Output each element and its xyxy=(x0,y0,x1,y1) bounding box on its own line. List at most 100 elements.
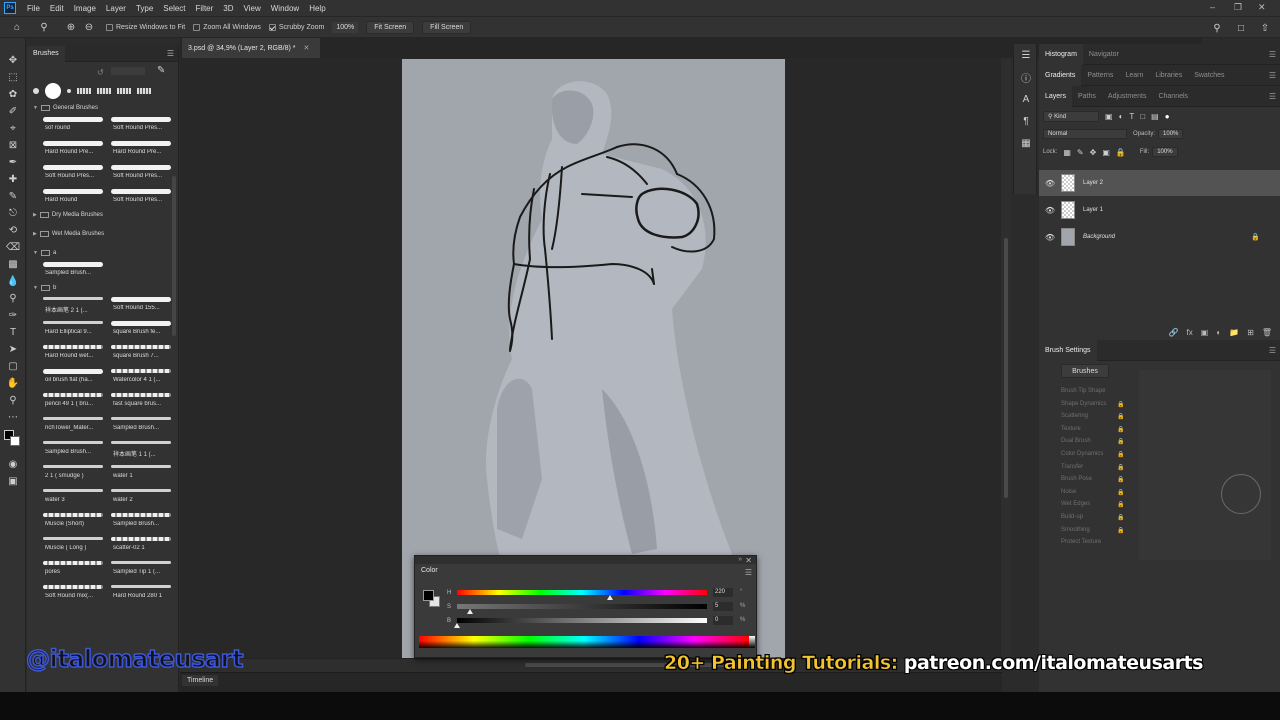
tab-learn[interactable]: Learn xyxy=(1119,65,1149,86)
size-slider[interactable] xyxy=(111,67,145,75)
blend-mode-select[interactable]: Normal xyxy=(1043,129,1127,139)
brush-option-item[interactable]: Texture xyxy=(1061,426,1081,432)
zoom-tool-icon[interactable]: ⚲ xyxy=(0,392,26,409)
brush-preset[interactable]: square Brush 7... xyxy=(109,341,173,365)
fit-screen-button[interactable]: Fit Screen xyxy=(366,20,415,34)
option-lock-icon[interactable]: 🔒 xyxy=(1117,489,1124,496)
quick-mask-icon[interactable]: ◉ xyxy=(0,456,26,473)
tab-patterns[interactable]: Patterns xyxy=(1081,65,1119,86)
tab-histogram[interactable]: Histogram xyxy=(1039,43,1083,65)
home-icon[interactable]: ⌂ xyxy=(6,19,28,36)
scrubby-zoom-option[interactable]: Scrubby Zoom xyxy=(268,23,324,31)
tab-channels[interactable]: Channels xyxy=(1152,86,1194,107)
saturation-slider[interactable] xyxy=(457,604,707,609)
brush-preset[interactable]: water 3 xyxy=(41,485,105,509)
option-lock-icon[interactable]: 🔒 xyxy=(1117,514,1124,521)
brush-preset[interactable]: Hard Round 280 1 xyxy=(109,581,173,605)
recent-brush-4[interactable] xyxy=(77,88,91,94)
menu-layer[interactable]: Layer xyxy=(101,4,131,13)
brush-preset[interactable]: Soft Round Pres... xyxy=(109,113,173,137)
minimize-icon[interactable]: – xyxy=(1210,2,1215,12)
gradient-tool-icon[interactable]: ▩ xyxy=(0,256,26,273)
tab-brush-settings[interactable]: Brush Settings xyxy=(1039,339,1097,361)
hand-tool-icon[interactable]: ✋ xyxy=(0,375,26,392)
menu-filter[interactable]: Filter xyxy=(191,4,219,13)
zoom-tool-icon[interactable]: ⚲ xyxy=(34,19,54,36)
lock-image-icon[interactable]: ✎ xyxy=(1077,148,1084,157)
brush-group-dry-media[interactable]: ▶ Dry Media Brushes xyxy=(27,209,178,220)
frame-tool-icon[interactable]: ⊠ xyxy=(0,137,26,154)
zoom-out-icon[interactable]: ⊖ xyxy=(80,19,98,36)
brush-preset[interactable]: water 2 xyxy=(109,485,173,509)
option-lock-icon[interactable]: 🔒 xyxy=(1117,426,1124,433)
history-brush-tool-icon[interactable]: ⟲ xyxy=(0,222,26,239)
layer-name[interactable]: Layer 1 xyxy=(1083,207,1103,213)
menu-type[interactable]: Type xyxy=(131,4,158,13)
brush-preset[interactable]: pencil 49 1 ( bru... xyxy=(41,389,105,413)
layer-name[interactable]: Layer 2 xyxy=(1083,180,1103,186)
recent-brush-5[interactable] xyxy=(97,88,111,94)
tab-layers[interactable]: Layers xyxy=(1039,85,1073,107)
quick-select-tool-icon[interactable]: ✐ xyxy=(0,103,26,120)
tab-timeline[interactable]: Timeline xyxy=(182,675,219,686)
layer-row-layer-1[interactable]: 👁 Layer 1 xyxy=(1039,197,1280,223)
brushes-scrollbar[interactable] xyxy=(172,176,176,336)
crop-tool-icon[interactable]: ⌖ xyxy=(0,120,26,137)
resize-windows-checkbox[interactable] xyxy=(106,23,113,31)
brush-preset[interactable]: Muscle ( Long ) xyxy=(41,533,105,557)
marquee-tool-icon[interactable]: ⬚ xyxy=(0,69,26,86)
menu-3d[interactable]: 3D xyxy=(218,4,238,13)
resize-windows-option[interactable]: Resize Windows to Fit xyxy=(106,23,185,31)
search-icon[interactable]: ⚲ xyxy=(1208,20,1226,37)
tab-swatches[interactable]: Swatches xyxy=(1188,65,1230,86)
zoom-in-icon[interactable]: ⊕ xyxy=(62,19,80,36)
brush-preset[interactable]: 祥本画笔 1 1 (... xyxy=(109,437,173,461)
brushes-button[interactable]: Brushes xyxy=(1061,364,1109,378)
tab-navigator[interactable]: Navigator xyxy=(1083,44,1125,65)
eyedropper-tool-icon[interactable]: ✒ xyxy=(0,154,26,171)
delete-layer-icon[interactable]: 🗑 xyxy=(1262,328,1272,337)
brush-preset[interactable]: square Brush fe... xyxy=(109,317,173,341)
clone-stamp-tool-icon[interactable]: ⎋ xyxy=(0,205,26,222)
dodge-tool-icon[interactable]: ⚲ xyxy=(0,290,26,307)
tab-brushes[interactable]: Brushes xyxy=(27,45,65,62)
lock-position-icon[interactable]: ✥ xyxy=(1090,148,1097,157)
saturation-value-field[interactable]: 5 xyxy=(713,602,733,611)
brush-preset[interactable]: Hard Elliptical 9... xyxy=(41,317,105,341)
brush-preset[interactable]: Hard Round xyxy=(41,185,105,209)
menu-select[interactable]: Select xyxy=(158,4,190,13)
recent-brush-6[interactable] xyxy=(117,88,131,94)
menu-window[interactable]: Window xyxy=(266,4,304,13)
recent-brush-1[interactable] xyxy=(33,88,39,94)
brush-preset[interactable]: Sampled Brush... xyxy=(41,258,105,282)
add-mask-icon[interactable]: ▣ xyxy=(1201,328,1209,337)
brush-preset[interactable]: Sampled Brush... xyxy=(109,509,173,533)
workspace-icon[interactable]: □ xyxy=(1232,20,1250,37)
brush-tool-icon[interactable]: ✎ xyxy=(0,188,26,205)
brush-preset[interactable]: Soft Round Pres... xyxy=(41,161,105,185)
visibility-eye-icon[interactable]: 👁 xyxy=(1041,206,1059,215)
hue-slider[interactable] xyxy=(457,590,707,595)
color-swatches[interactable] xyxy=(0,426,25,456)
brush-preset[interactable]: 2 1 ( smudge ) xyxy=(41,461,105,485)
lock-all-icon[interactable]: 🔒 xyxy=(1116,148,1126,157)
lasso-tool-icon[interactable]: ✿ xyxy=(0,86,26,103)
hue-value-field[interactable]: 220 xyxy=(713,588,733,597)
lock-artboard-icon[interactable]: ▣ xyxy=(1102,148,1110,157)
brush-preset[interactable]: sof round xyxy=(41,113,105,137)
brush-option-item[interactable]: Build-up xyxy=(1061,514,1083,520)
filter-type-icon[interactable]: T xyxy=(1129,112,1134,121)
brush-preset[interactable]: Soft Round 155... xyxy=(109,293,173,317)
option-lock-icon[interactable]: 🔒 xyxy=(1117,401,1124,408)
foreground-color-swatch[interactable] xyxy=(423,590,434,601)
blur-tool-icon[interactable]: 💧 xyxy=(0,273,26,290)
panel-menu-icon[interactable]: ☰ xyxy=(1269,71,1276,80)
layer-filter-kind-select[interactable]: ⚲ Kind xyxy=(1043,110,1099,122)
brush-preset[interactable]: Sampled Tip 1 (... xyxy=(109,557,173,581)
brush-preset[interactable]: Soft Round mix(... xyxy=(41,581,105,605)
brush-preset[interactable]: Sampled Brush... xyxy=(109,413,173,437)
share-icon[interactable]: ⇧ xyxy=(1256,20,1274,37)
filter-adjustment-icon[interactable]: ◐ xyxy=(1119,112,1124,121)
type-tool-icon[interactable]: T xyxy=(0,324,26,341)
recent-brush-7[interactable] xyxy=(137,88,151,94)
